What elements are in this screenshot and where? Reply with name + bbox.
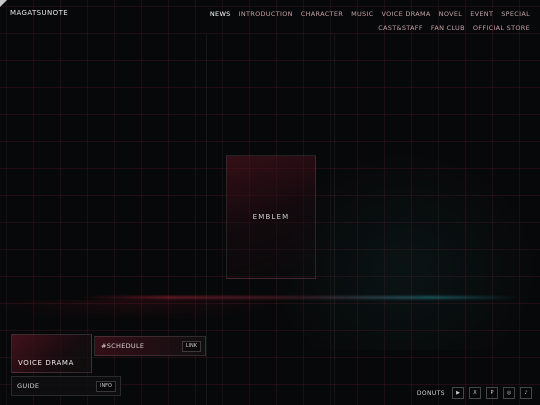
voice-drama-card-label: VOICE DRAMA	[18, 359, 74, 367]
nav-item-introduction[interactable]: INTRODUCTION	[239, 10, 293, 18]
nav-item-music[interactable]: MUSIC	[351, 10, 373, 18]
nav-item-special[interactable]: SPECIAL	[501, 10, 530, 18]
nav-item-fan-club[interactable]: FAN CLUB	[431, 24, 465, 32]
nav-item-news[interactable]: NEWS	[210, 10, 231, 18]
schedule-card[interactable]: #SCHEDULE LINK	[94, 336, 206, 356]
voice-drama-card[interactable]: VOICE DRAMA	[11, 334, 92, 373]
nav-item-character[interactable]: CHARACTER	[301, 10, 343, 18]
guide-card[interactable]: GUIDE INFO	[11, 376, 121, 396]
emblem-panel: EMBLEM	[226, 155, 316, 279]
donuts-label[interactable]: DONUTS	[417, 390, 445, 397]
frame-divider	[334, 34, 335, 405]
guide-card-label: GUIDE	[17, 382, 40, 390]
light-streak	[80, 296, 520, 299]
frame-divider	[206, 34, 207, 405]
instagram-icon[interactable]: ◎	[503, 387, 515, 399]
nav-item-event[interactable]: EVENT	[470, 10, 493, 18]
footer-socials: DONUTS ▶ X P ◎ ♪	[417, 387, 532, 399]
nav-item-novel[interactable]: NOVEL	[439, 10, 463, 18]
nav-item-official-store[interactable]: OFFICIAL STORE	[473, 24, 530, 32]
youtube-icon[interactable]: ▶	[452, 387, 464, 399]
nav-item-cast-staff[interactable]: CAST&STAFF	[378, 24, 423, 32]
emblem-label: EMBLEM	[252, 213, 290, 221]
site-logo[interactable]: MAGATSUNOTE	[10, 9, 68, 17]
global-nav: NEWS INTRODUCTION CHARACTER MUSIC VOICE …	[170, 10, 530, 32]
tiktok-icon[interactable]: ♪	[520, 387, 532, 399]
x-icon[interactable]: X	[469, 387, 481, 399]
guide-info-button[interactable]: INFO	[95, 381, 116, 392]
schedule-card-label: #SCHEDULE	[101, 342, 145, 350]
nav-item-voice-drama[interactable]: VOICE DRAMA	[382, 10, 431, 18]
schedule-link-button[interactable]: LINK	[181, 341, 201, 352]
pixiv-icon[interactable]: P	[486, 387, 498, 399]
